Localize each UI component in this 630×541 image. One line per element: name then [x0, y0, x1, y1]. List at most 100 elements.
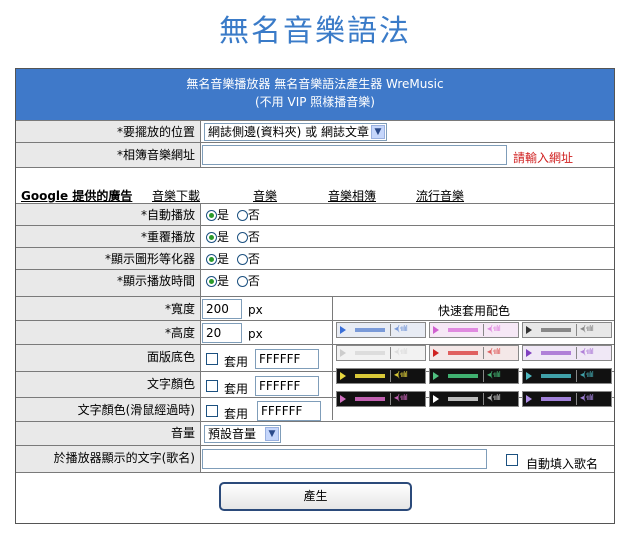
chevron-down-icon[interactable]: ▼ [371, 125, 385, 139]
divider [576, 370, 577, 382]
hover-text-color-input[interactable]: FFFFFF [257, 401, 321, 421]
divider [576, 324, 577, 336]
position-select-value: 網誌側邊(資料夾) 或 網誌文章 [208, 125, 369, 139]
show-time-yes-radio[interactable] [206, 276, 217, 287]
progress-bar [541, 328, 571, 332]
color-scheme-swatch[interactable]: ◂(·ıılıl [429, 391, 519, 407]
volume-icon: ◂(·ıılıl [394, 347, 408, 356]
divider [576, 393, 577, 405]
volume-icon: ◂(·ıılıl [394, 324, 408, 333]
volume-select-value: 預設音量 [208, 427, 257, 441]
play-icon [340, 349, 346, 357]
album-url-row: *相簿音樂網址 請輸入網址 [16, 142, 614, 168]
divider [390, 347, 391, 359]
height-unit: px [248, 327, 263, 341]
ad-link-music-download[interactable]: 音樂下載 [152, 187, 200, 204]
progress-bar [355, 328, 385, 332]
hover-text-color-label: 文字顏色(滑鼠經過時) [16, 398, 201, 422]
divider [483, 324, 484, 336]
volume-row: 音量 預設音量 ▼ [16, 421, 614, 446]
volume-icon: ◂(·ıılıl [487, 370, 501, 379]
play-icon [526, 372, 532, 380]
hover-text-color-checkbox[interactable] [206, 405, 218, 417]
song-title-input[interactable] [202, 449, 487, 469]
height-input[interactable]: 20 [202, 323, 242, 343]
play-icon [433, 395, 439, 403]
progress-bar [448, 374, 478, 378]
show-time-no-radio[interactable] [236, 276, 248, 287]
header-line1: 無名音樂播放器 無名音樂語法產生器 WreMusic [186, 77, 444, 91]
autoplay-no-radio[interactable] [236, 210, 248, 221]
color-scheme-swatch[interactable]: ◂(·ıılıl [336, 391, 426, 407]
divider [483, 370, 484, 382]
repeat-no-radio[interactable] [236, 232, 248, 243]
header-banner: 無名音樂播放器 無名音樂語法產生器 WreMusic (不用 VIP 照樣播音樂… [16, 69, 614, 120]
auto-song-title-checkbox[interactable] [506, 454, 518, 466]
autoplay-yes-radio[interactable] [206, 210, 217, 221]
panel-bg-checkbox[interactable] [206, 353, 218, 365]
song-title-row: 於播放器顯示的文字(歌名) 自動填入歌名 [16, 445, 614, 473]
volume-icon: ◂(·ıılıl [487, 324, 501, 333]
play-icon [433, 372, 439, 380]
equalizer-yes-label: 是 [217, 252, 230, 266]
autoplay-label: *自動播放 [16, 204, 201, 226]
show-time-row: *顯示播放時間 是 否 [16, 269, 614, 297]
divider [576, 347, 577, 359]
text-color-checkbox[interactable] [206, 380, 218, 392]
form-frame: 無名音樂播放器 無名音樂語法產生器 WreMusic (不用 VIP 照樣播音樂… [15, 68, 615, 524]
equalizer-no-label: 否 [247, 252, 260, 266]
progress-bar [355, 374, 385, 378]
volume-select[interactable]: 預設音量 ▼ [204, 425, 281, 443]
play-icon [433, 349, 439, 357]
equalizer-row: *顯示圖形等化器 是 否 [16, 247, 614, 270]
width-input[interactable]: 200 [202, 299, 242, 319]
color-scheme-swatch[interactable]: ◂(·ıılıl [429, 368, 519, 384]
color-scheme-swatch[interactable]: ◂(·ıılıl [522, 368, 612, 384]
ads-title[interactable]: Google 提供的廣告 [21, 187, 132, 204]
text-color-input[interactable]: FFFFFF [255, 376, 319, 396]
progress-bar [541, 351, 571, 355]
quick-color-panel: 快速套用配色 ◂(·ıılıl ◂(·ıılıl ◂(·ıılıl ◂(·ıılıl ◂… [332, 296, 615, 420]
play-icon [340, 326, 346, 334]
color-scheme-swatch[interactable]: ◂(·ıılıl [522, 345, 612, 361]
repeat-no-label: 否 [247, 230, 260, 244]
volume-icon: ◂(·ıılıl [580, 393, 594, 402]
volume-icon: ◂(·ıılıl [394, 370, 408, 379]
repeat-yes-radio[interactable] [206, 232, 217, 243]
equalizer-yes-radio[interactable] [206, 254, 217, 265]
color-scheme-swatch[interactable]: ◂(·ıılıl [336, 368, 426, 384]
chevron-down-icon[interactable]: ▼ [265, 427, 279, 441]
position-label: *要擺放的位置 [16, 121, 201, 143]
divider [390, 393, 391, 405]
color-scheme-swatch[interactable]: ◂(·ıılıl [522, 322, 612, 338]
show-time-label: *顯示播放時間 [16, 270, 201, 297]
play-icon [526, 326, 532, 334]
panel-bg-label: 面版底色 [16, 345, 201, 372]
position-select[interactable]: 網誌側邊(資料夾) 或 網誌文章 ▼ [204, 123, 387, 141]
page-title: 無名音樂語法 [219, 14, 411, 49]
volume-icon: ◂(·ıılıl [487, 347, 501, 356]
album-url-label: *相簿音樂網址 [16, 143, 201, 168]
divider [483, 393, 484, 405]
color-scheme-swatch[interactable]: ◂(·ıılıl [429, 322, 519, 338]
panel-bg-input[interactable]: FFFFFF [255, 349, 319, 369]
auto-song-title-label: 自動填入歌名 [526, 457, 599, 471]
height-label: *高度 [16, 321, 201, 345]
album-url-input[interactable] [202, 145, 507, 165]
volume-icon: ◂(·ıılıl [487, 393, 501, 402]
color-scheme-swatch[interactable]: ◂(·ıılıl [336, 322, 426, 338]
generate-button[interactable]: 產生 [219, 482, 412, 511]
width-label: *寬度 [16, 297, 201, 321]
color-scheme-swatch[interactable]: ◂(·ıılıl [429, 345, 519, 361]
divider [390, 324, 391, 336]
ad-link-music[interactable]: 音樂 [253, 187, 277, 204]
ad-link-pop-music[interactable]: 流行音樂 [416, 187, 464, 204]
color-scheme-swatch[interactable]: ◂(·ıılıl [336, 345, 426, 361]
equalizer-no-radio[interactable] [236, 254, 248, 265]
ad-link-music-album[interactable]: 音樂相簿 [328, 187, 376, 204]
bottom-divider [16, 472, 614, 473]
color-scheme-swatch[interactable]: ◂(·ıılıl [522, 391, 612, 407]
autoplay-yes-label: 是 [217, 208, 230, 222]
text-color-apply-label: 套用 [224, 382, 249, 396]
volume-icon: ◂(·ıılıl [580, 324, 594, 333]
